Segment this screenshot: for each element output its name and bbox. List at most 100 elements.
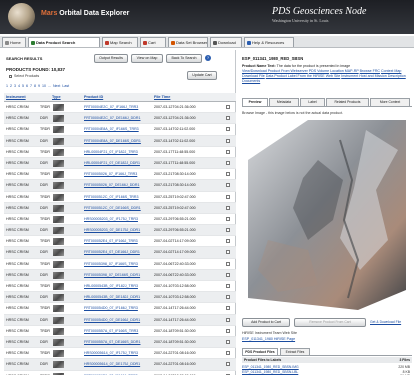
row-product-id-link[interactable]: FRT00004E2C_07_DE166J_DDR1 <box>84 116 140 120</box>
col-product-id[interactable]: Product ID <box>84 95 103 99</box>
product-link[interactable]: Browse FRC <box>360 69 380 73</box>
row-thumbnail[interactable] <box>53 238 64 246</box>
nav-tab-cart[interactable]: Cart <box>140 37 166 47</box>
row-thumbnail[interactable] <box>53 159 64 167</box>
table-row[interactable]: HRSC CRISM DDR HRS00005614_07_DE175J_DDR1 2… <box>4 359 236 371</box>
row-product-id-link[interactable]: FRT00004E2C_07_IF166J_TRR3 <box>84 105 138 109</box>
row-product-id-link[interactable]: FRT0000557A_07_IF166S_TRR3 <box>84 329 138 333</box>
table-row[interactable]: HRSC CRISM DDR FRT00005026_07_DE166J_DDR1 2… <box>4 180 236 192</box>
table-row[interactable]: HRSC CRISM DDR FRT00005398_07_DE166S_DDR1 2… <box>4 269 236 281</box>
row-product-id-link[interactable]: HRL0000543B_07_IF182J_TRR3 <box>84 284 138 288</box>
row-thumbnail[interactable] <box>53 104 64 111</box>
detail-tab-related-products[interactable]: Related Products <box>326 98 369 107</box>
row-product-id-link[interactable]: FRT00005398_07_IF166S_TRR3 <box>84 262 138 266</box>
row-product-id-link[interactable]: HRS00005203_07_DE175J_DDR1 <box>84 228 140 232</box>
row-thumbnail[interactable] <box>53 215 64 223</box>
nav-tab-download[interactable]: Download <box>210 37 242 47</box>
add-to-cart-button[interactable]: Add Product to Cart <box>242 318 290 327</box>
col-type[interactable]: Type <box>52 95 61 99</box>
nav-tab-help-resources[interactable]: Help & Resources <box>244 37 294 47</box>
row-product-id-link[interactable]: HRL0000543B_07_DE182J_DDR1 <box>84 295 140 299</box>
table-row[interactable]: HRSC CRISM DDR FRT00004E2C_07_DE166J_DDR1 2… <box>4 113 236 125</box>
row-thumbnail[interactable] <box>53 305 64 313</box>
row-add-to-cart-checkbox[interactable] <box>226 250 230 255</box>
select-all-checkbox[interactable] <box>9 74 12 78</box>
table-row[interactable]: HRSC CRISM TRDR FRT00004E2C_07_IF166J_TRR3… <box>4 102 236 114</box>
row-thumbnail[interactable] <box>53 204 64 212</box>
row-thumbnail[interactable] <box>53 283 64 290</box>
row-product-id-link[interactable]: HRL00004F21_07_DE182J_DDR1 <box>84 161 140 165</box>
table-row[interactable]: HRSC CRISM TRDR FRT00004E8A_07_IF166S_TRR3… <box>4 124 236 136</box>
row-thumbnail[interactable] <box>53 137 64 145</box>
row-thumbnail[interactable] <box>53 271 64 279</box>
mars-logo-icon[interactable] <box>8 3 35 30</box>
site-title[interactable]: Mars Orbital Data Explorer <box>41 10 129 17</box>
row-product-id-link[interactable]: FRT00004E8A_07_IF166S_TRR3 <box>84 127 139 131</box>
row-thumbnail[interactable] <box>53 249 64 257</box>
row-add-to-cart-checkbox[interactable] <box>226 160 230 165</box>
table-row[interactable]: HRSC CRISM TRDR FRT00005398_07_IF166S_TRR3… <box>4 259 236 270</box>
col-file-time[interactable]: File Time <box>154 95 170 99</box>
row-add-to-cart-checkbox[interactable] <box>226 295 230 300</box>
download-file-link[interactable]: Get & Download File <box>370 320 401 324</box>
view-on-map-button[interactable]: View on Map <box>131 54 163 63</box>
row-add-to-cart-checkbox[interactable] <box>226 239 230 244</box>
row-thumbnail[interactable] <box>53 227 64 235</box>
row-product-id-link[interactable]: FRT000054D0_07_DE166J_DDR1 <box>84 318 140 322</box>
row-thumbnail[interactable] <box>53 171 64 179</box>
table-row[interactable]: HRSC CRISM DDR HRS00005203_07_DE175J_DDR1 2… <box>4 225 236 237</box>
row-add-to-cart-checkbox[interactable] <box>226 216 230 221</box>
row-product-id-link[interactable]: FRT000052E4_07_DE166J_DDR1 <box>84 250 140 254</box>
row-product-id-link[interactable]: FRT00004E8A_07_DE166S_DDR1 <box>84 139 141 143</box>
row-thumbnail[interactable] <box>53 260 64 268</box>
table-row[interactable]: HRSC CRISM TRDR FRT0000557A_07_IF166S_TRR3… <box>4 326 236 337</box>
detail-tab-metadata[interactable]: Metadata <box>269 98 299 107</box>
table-row[interactable]: HRSC CRISM TRDR FRT000052E4_07_IF166J_TRR3… <box>4 236 236 248</box>
row-add-to-cart-checkbox[interactable] <box>226 183 230 188</box>
product-link[interactable]: Download File <box>242 74 265 78</box>
browse-image[interactable] <box>248 120 406 310</box>
help-icon[interactable]: ? <box>205 55 211 61</box>
team-site-link[interactable]: ESP_011341_1980 HiRISE Page <box>242 337 295 341</box>
row-product-id-link[interactable]: FRT00005026_07_DE166J_DDR1 <box>84 183 139 187</box>
row-thumbnail[interactable] <box>53 361 64 369</box>
row-add-to-cart-checkbox[interactable] <box>226 261 230 266</box>
product-link[interactable]: Data Product Label From the HiRISE Web S… <box>266 74 340 78</box>
row-add-to-cart-checkbox[interactable] <box>226 228 230 233</box>
row-add-to-cart-checkbox[interactable] <box>226 116 230 121</box>
row-product-id-link[interactable]: FRT0000512C_07_DE166S_DDR1 <box>84 206 141 210</box>
row-add-to-cart-checkbox[interactable] <box>226 284 230 288</box>
files-tab-pds-product-files[interactable]: PDS Product Files <box>242 348 278 356</box>
file-name-link[interactable]: ESP_011341_1980_RED_SBSN.IMG <box>242 365 299 369</box>
row-add-to-cart-checkbox[interactable] <box>226 127 230 132</box>
row-add-to-cart-checkbox[interactable] <box>226 351 230 356</box>
row-product-id-link[interactable]: FRT000052E4_07_IF166J_TRR3 <box>84 239 138 243</box>
row-add-to-cart-checkbox[interactable] <box>226 105 230 109</box>
table-row[interactable]: HRSC CRISM TRDR FRT000054D0_07_IF166J_TRR3… <box>4 303 236 315</box>
nav-tab-data-set-browser[interactable]: Data Set Browser <box>168 37 208 47</box>
product-link[interactable]: Context Map <box>381 69 401 73</box>
node-branding[interactable]: PDS Geosciences Node Washington Universi… <box>272 6 366 23</box>
row-thumbnail[interactable] <box>53 350 64 358</box>
product-link[interactable]: Location MAP-RP <box>330 69 359 73</box>
table-row[interactable]: HRSC CRISM DDR FRT000052E4_07_DE166J_DDR1 2… <box>4 247 236 259</box>
row-thumbnail[interactable] <box>53 327 64 335</box>
table-row[interactable]: HRSC CRISM DDR HRL0000543B_07_DE182J_DDR1 2… <box>4 292 236 304</box>
nav-tab-data-product-search[interactable]: Data Product Search <box>28 37 100 47</box>
row-add-to-cart-checkbox[interactable] <box>226 328 230 333</box>
detail-tab-preview[interactable]: Preview <box>242 98 268 107</box>
table-row[interactable]: HRSC CRISM DDR FRT000054D0_07_DE166J_DDR1 2… <box>4 314 236 326</box>
row-add-to-cart-checkbox[interactable] <box>226 272 230 277</box>
row-product-id-link[interactable]: HRS00005203_07_IF175J_TRR3 <box>84 217 138 221</box>
product-link[interactable]: View/Download Product From Webserver <box>242 69 308 73</box>
table-row[interactable]: HRSC CRISM DDR FRT00004E8A_07_DE166S_DDR1 2… <box>4 135 236 147</box>
row-thumbnail[interactable] <box>53 316 64 324</box>
product-link[interactable]: PDS Volume <box>309 69 329 73</box>
table-row[interactable]: HRSC CRISMTRDRFRT000056B9_07_IF166J_TRR3… <box>4 371 236 375</box>
table-row[interactable]: HRSC CRISM TRDR HRS00005203_07_IF175J_TRR3… <box>4 214 236 226</box>
row-add-to-cart-checkbox[interactable] <box>226 149 230 154</box>
table-row[interactable]: HRSC CRISM TRDR HRL0000543B_07_IF182J_TRR3… <box>4 281 236 293</box>
detail-tab-more-context[interactable]: More Context <box>370 98 410 107</box>
table-row[interactable]: HRSC CRISM TRDR HRL00004F21_07_IF182J_TRR3… <box>4 147 236 158</box>
row-product-id-link[interactable]: HRS00005614_07_DE175J_DDR1 <box>84 362 140 366</box>
